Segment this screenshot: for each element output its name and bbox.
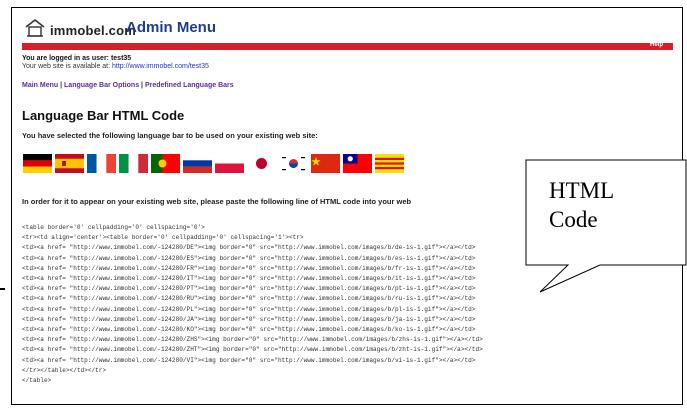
page-title: Admin Menu bbox=[126, 19, 216, 36]
french-flag[interactable] bbox=[87, 154, 116, 173]
chinese-flag[interactable] bbox=[311, 154, 340, 173]
help-link[interactable]: Help bbox=[650, 42, 663, 48]
section-title: Language Bar HTML Code bbox=[22, 108, 185, 123]
margin-mark bbox=[0, 288, 5, 290]
logo-text: immobel.com bbox=[50, 23, 136, 38]
callout-line-2: Code bbox=[549, 207, 598, 232]
callout-label: HTML Code bbox=[549, 176, 614, 234]
code-line: <td><a href= "http://www.immobel.com/-12… bbox=[22, 346, 483, 354]
code-line: <td><a href= "http://www.immobel.com/-12… bbox=[22, 336, 483, 344]
polish-flag[interactable] bbox=[215, 154, 244, 173]
korean-flag[interactable] bbox=[279, 154, 308, 173]
taiwanese-flag[interactable] bbox=[343, 154, 372, 173]
predefined-language-bars-link[interactable]: Predefined Language Bars bbox=[145, 82, 234, 89]
nav-links: Main Menu | Language Bar Options | Prede… bbox=[22, 82, 234, 89]
russian-flag[interactable] bbox=[183, 154, 212, 173]
german-flag[interactable] bbox=[23, 154, 52, 173]
spanish-flag[interactable] bbox=[55, 154, 84, 173]
portuguese-flag[interactable] bbox=[151, 154, 180, 173]
code-line: <td><a href= "http://www.immobel.com/-12… bbox=[22, 295, 476, 303]
code-line: <td><a href= "http://www.immobel.com/-12… bbox=[22, 326, 476, 334]
website-link[interactable]: http://www.immobel.com/test35 bbox=[112, 63, 209, 70]
logged-in-text: You are logged in as user: test35 bbox=[22, 55, 132, 62]
website-prefix: Your web site is available at: bbox=[22, 63, 113, 70]
logo[interactable]: immobel.com bbox=[24, 16, 136, 38]
code-line: <td><a href= "http://www.immobel.com/-12… bbox=[22, 275, 476, 283]
code-line: </tr></table></td></tr> bbox=[22, 366, 107, 374]
code-line: <td><a href= "http://www.immobel.com/-12… bbox=[22, 244, 476, 252]
code-line: <td><a href= "http://www.immobel.com/-12… bbox=[22, 264, 476, 272]
code-line: <td><a href= "http://www.immobel.com/-12… bbox=[22, 254, 476, 262]
language-bar-options-link[interactable]: Language Bar Options bbox=[64, 82, 139, 89]
selected-bar-text: You have selected the following language… bbox=[22, 131, 318, 140]
callout-line-1: HTML bbox=[549, 178, 615, 203]
code-line: </table> bbox=[22, 377, 52, 385]
japanese-flag[interactable] bbox=[247, 154, 276, 173]
code-line: <td><a href= "http://www.immobel.com/-12… bbox=[22, 356, 476, 364]
code-line: <tr><td align='center'><table border='0'… bbox=[22, 234, 304, 242]
catalan-flag[interactable] bbox=[375, 154, 404, 173]
main-menu-link[interactable]: Main Menu bbox=[22, 82, 58, 89]
code-line: <td><a href= "http://www.immobel.com/-12… bbox=[22, 285, 476, 293]
header-bar: Help bbox=[22, 42, 673, 50]
website-info: Your web site is available at: http://ww… bbox=[22, 63, 209, 70]
code-line: <td><a href= "http://www.immobel.com/-12… bbox=[22, 315, 476, 323]
html-code-block[interactable]: <table border='0' cellpadding='0' cellsp… bbox=[22, 223, 672, 386]
language-flag-bar bbox=[23, 154, 404, 173]
italian-flag[interactable] bbox=[119, 154, 148, 173]
instruction-text: In order for it to appear on your existi… bbox=[22, 197, 412, 206]
code-line: <td><a href= "http://www.immobel.com/-12… bbox=[22, 305, 476, 313]
house-logo-icon bbox=[24, 18, 46, 38]
